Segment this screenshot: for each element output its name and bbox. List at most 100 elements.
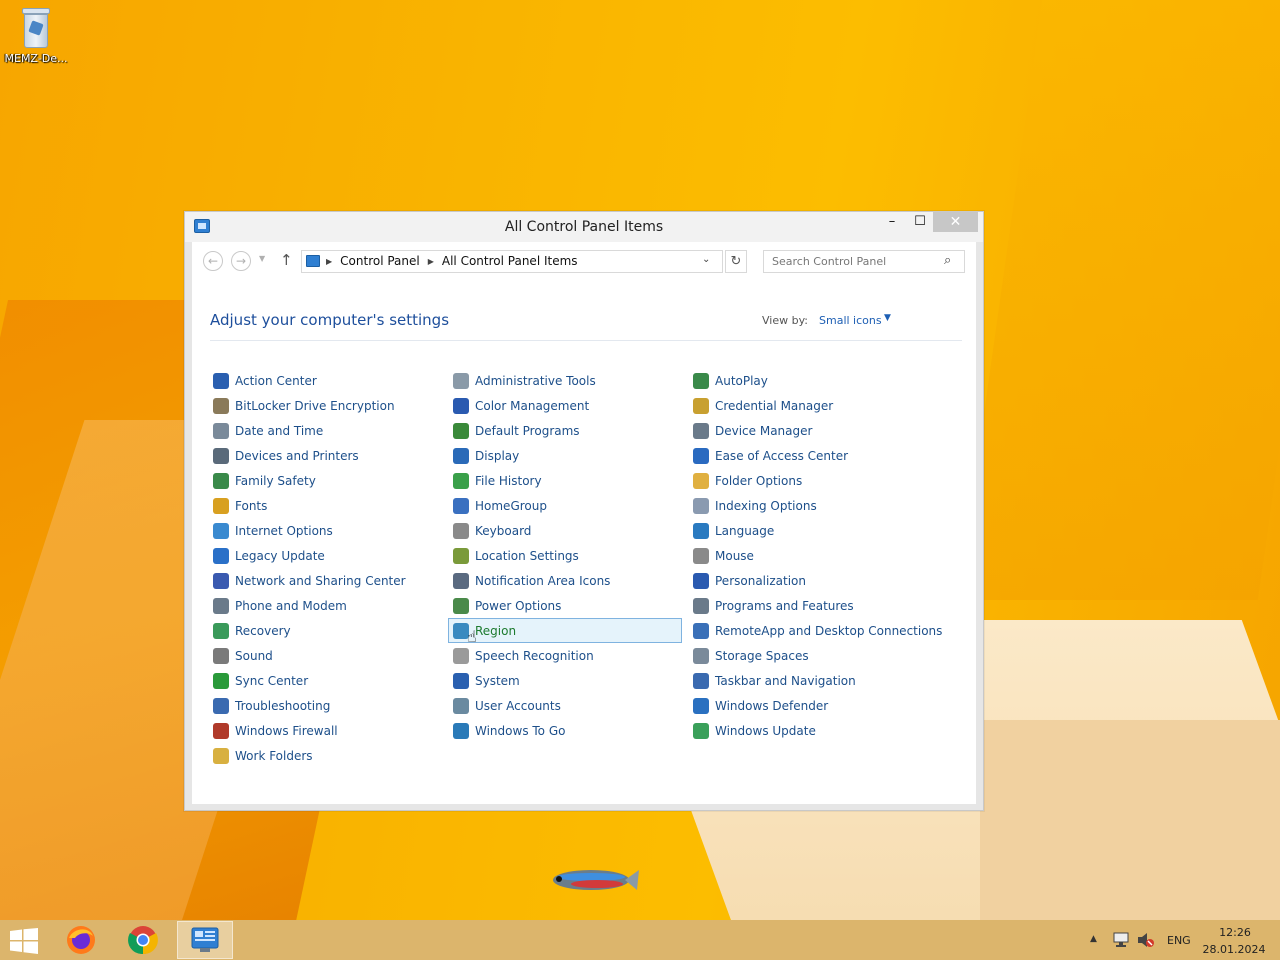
control-panel-item-windows-to-go[interactable]: Windows To Go	[448, 718, 682, 743]
control-panel-item-legacy-update[interactable]: Legacy Update	[208, 543, 442, 568]
control-panel-item-indexing-options[interactable]: Indexing Options	[688, 493, 922, 518]
maximize-button[interactable]: ☐	[907, 212, 933, 232]
taskbar-icon	[693, 672, 709, 689]
control-panel-item-autoplay[interactable]: AutoPlay	[688, 368, 922, 393]
control-panel-item-file-history[interactable]: File History	[448, 468, 682, 493]
control-panel-item-storage-spaces[interactable]: Storage Spaces	[688, 643, 922, 668]
up-button[interactable]: ↑	[280, 251, 293, 269]
control-panel-item-family-safety[interactable]: Family Safety	[208, 468, 442, 493]
control-panel-item-network-and-sharing-center[interactable]: Network and Sharing Center	[208, 568, 442, 593]
control-panel-item-taskbar-and-navigation[interactable]: Taskbar and Navigation	[688, 668, 922, 693]
control-panel-item-recovery[interactable]: Recovery	[208, 618, 442, 643]
recent-locations-button[interactable]: ▼	[259, 254, 265, 263]
title-bar[interactable]: All Control Panel Items – ☐ ✕	[185, 212, 983, 242]
control-panel-item-homegroup[interactable]: HomeGroup	[448, 493, 682, 518]
close-button[interactable]: ✕	[933, 212, 978, 232]
breadcrumb-item-control-panel[interactable]: Control Panel	[340, 254, 420, 268]
control-panel-item-sync-center[interactable]: Sync Center	[208, 668, 442, 693]
control-panel-item-windows-defender[interactable]: Windows Defender	[688, 693, 922, 718]
network-icon[interactable]	[1112, 932, 1130, 948]
control-panel-item-default-programs[interactable]: Default Programs	[448, 418, 682, 443]
control-panel-item-windows-firewall[interactable]: Windows Firewall	[208, 718, 442, 743]
items-column-3: AutoPlay Credential Manager Device Manager…	[688, 368, 942, 743]
search-input[interactable]	[764, 251, 942, 272]
item-label: Mouse	[715, 548, 754, 563]
wallpaper-shape	[980, 720, 1280, 920]
control-panel-item-power-options[interactable]: Power Options	[448, 593, 682, 618]
clock-date[interactable]: 28.01.2024	[1201, 943, 1267, 956]
start-button[interactable]	[10, 928, 38, 954]
control-panel-item-troubleshooting[interactable]: Troubleshooting	[208, 693, 442, 718]
recovery-icon	[213, 622, 229, 639]
control-panel-icon	[191, 927, 219, 952]
control-panel-item-internet-options[interactable]: Internet Options	[208, 518, 442, 543]
show-hidden-icons-button[interactable]: ▲	[1090, 934, 1097, 944]
display-icon	[453, 447, 469, 464]
item-label: Sound	[235, 648, 273, 663]
microphone-icon	[453, 647, 469, 664]
control-panel-item-speech-recognition[interactable]: Speech Recognition	[448, 643, 682, 668]
control-panel-item-credential-manager[interactable]: Credential Manager	[688, 393, 922, 418]
control-panel-item-remoteapp-and-desktop-connections[interactable]: RemoteApp and Desktop Connections	[688, 618, 942, 643]
taskbar-control-panel[interactable]	[177, 921, 233, 959]
control-panel-item-location-settings[interactable]: Location Settings	[448, 543, 682, 568]
control-panel-item-phone-and-modem[interactable]: Phone and Modem	[208, 593, 442, 618]
control-panel-item-user-accounts[interactable]: User Accounts	[448, 693, 682, 718]
control-panel-item-devices-and-printers[interactable]: Devices and Printers	[208, 443, 442, 468]
control-panel-item-work-folders[interactable]: Work Folders	[208, 743, 442, 768]
control-panel-item-mouse[interactable]: Mouse	[688, 543, 922, 568]
item-label: Work Folders	[235, 748, 313, 763]
control-panel-item-folder-options[interactable]: Folder Options	[688, 468, 922, 493]
chevron-down-icon[interactable]: ⌄	[702, 254, 710, 265]
refresh-button[interactable]: ↻	[725, 250, 747, 273]
control-panel-item-color-management[interactable]: Color Management	[448, 393, 682, 418]
control-panel-item-date-and-time[interactable]: Date and Time	[208, 418, 442, 443]
clock-time[interactable]: 12:26	[1206, 926, 1264, 939]
language-indicator[interactable]: ENG	[1167, 934, 1191, 947]
item-label: BitLocker Drive Encryption	[235, 398, 395, 413]
search-icon[interactable]: ⌕	[944, 253, 951, 268]
control-panel-item-language[interactable]: Language	[688, 518, 922, 543]
view-by-dropdown[interactable]: Small icons	[819, 314, 882, 327]
volume-muted-icon[interactable]	[1137, 932, 1155, 948]
back-button[interactable]: ←	[203, 251, 223, 271]
firewall-icon	[213, 722, 229, 739]
address-bar[interactable]: ▶ Control Panel ▶ All Control Panel Item…	[301, 250, 723, 273]
taskbar-chrome[interactable]	[115, 921, 171, 959]
control-panel-item-keyboard[interactable]: Keyboard	[448, 518, 682, 543]
control-panel-item-action-center[interactable]: Action Center	[208, 368, 442, 393]
search-box: ⌕	[763, 250, 965, 273]
indexing-icon	[693, 497, 709, 514]
forward-button[interactable]: →	[231, 251, 251, 271]
control-panel-item-fonts[interactable]: Fonts	[208, 493, 442, 518]
control-panel-item-personalization[interactable]: Personalization	[688, 568, 922, 593]
control-panel-item-system[interactable]: System	[448, 668, 682, 693]
control-panel-item-administrative-tools[interactable]: Administrative Tools	[448, 368, 682, 393]
item-label: Network and Sharing Center	[235, 573, 406, 588]
item-label: Personalization	[715, 573, 806, 588]
control-panel-item-sound[interactable]: Sound	[208, 643, 442, 668]
desktop-icon-recycle-bin[interactable]: MEMZ-De...	[2, 4, 70, 76]
navigation-bar: ← → ▼ ↑ ▶ Control Panel ▶ All Control Pa…	[192, 242, 976, 282]
control-panel-item-region[interactable]: Region ☝	[448, 618, 682, 646]
taskbar-firefox[interactable]	[53, 921, 109, 959]
control-panel-item-notification-area-icons[interactable]: Notification Area Icons	[448, 568, 682, 593]
caret-down-icon[interactable]: ▼	[884, 313, 891, 323]
clock-icon	[213, 422, 229, 439]
item-label: Windows To Go	[475, 723, 566, 738]
minimize-button[interactable]: –	[879, 212, 905, 232]
chevron-right-icon[interactable]: ▶	[428, 257, 434, 266]
item-label: Speech Recognition	[475, 648, 594, 663]
chevron-right-icon: ▶	[326, 256, 333, 266]
recycle-bin-icon	[21, 8, 51, 48]
control-panel-item-device-manager[interactable]: Device Manager	[688, 418, 922, 443]
folder-options-icon	[693, 472, 709, 489]
item-label: Device Manager	[715, 423, 813, 438]
power-icon	[453, 597, 469, 614]
control-panel-item-windows-update[interactable]: Windows Update	[688, 718, 922, 743]
control-panel-item-bitlocker-drive-encryption[interactable]: BitLocker Drive Encryption	[208, 393, 442, 418]
control-panel-item-display[interactable]: Display	[448, 443, 682, 468]
breadcrumb-item-all-items[interactable]: All Control Panel Items	[442, 254, 578, 268]
control-panel-item-programs-and-features[interactable]: Programs and Features	[688, 593, 922, 618]
control-panel-item-ease-of-access-center[interactable]: Ease of Access Center	[688, 443, 922, 468]
